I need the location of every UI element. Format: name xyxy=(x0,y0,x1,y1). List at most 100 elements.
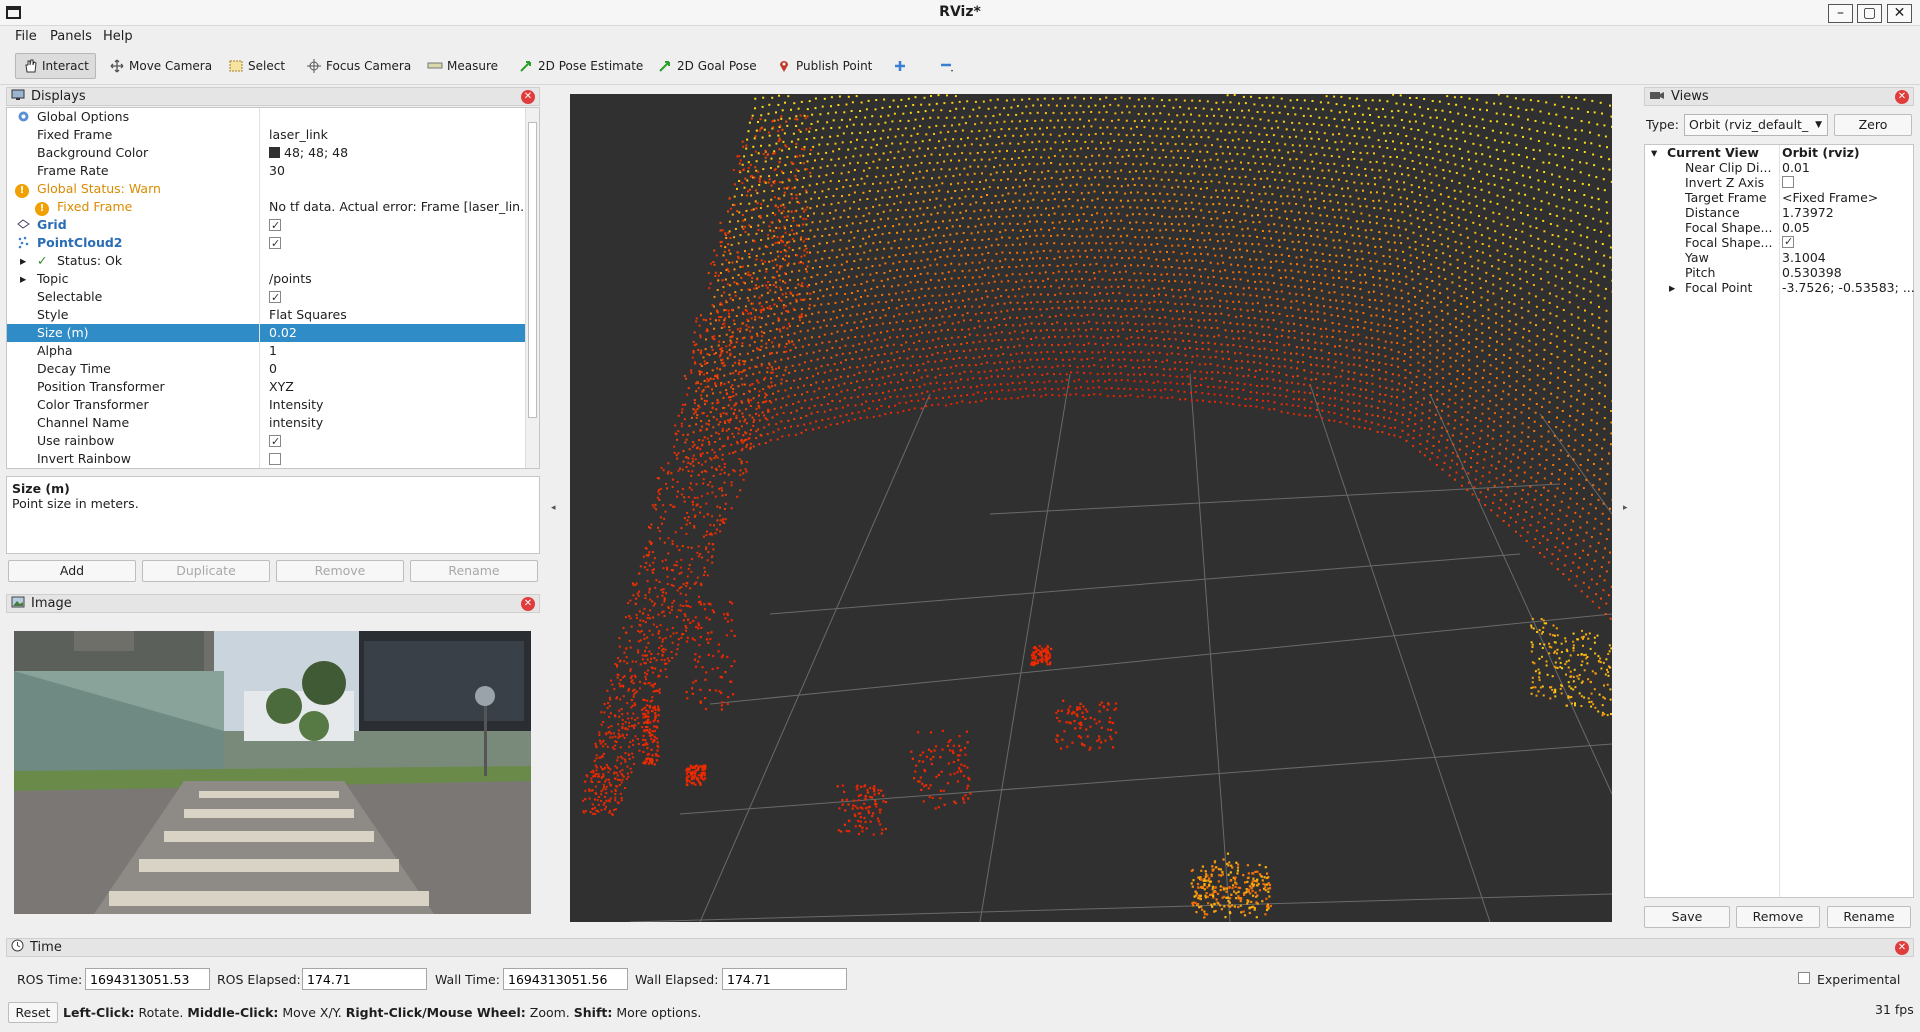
measure-tool[interactable]: Measure xyxy=(421,53,504,79)
focal-shape-checkbox[interactable] xyxy=(1782,234,1794,249)
remove-display-button[interactable]: Remove xyxy=(276,560,404,582)
minimize-button[interactable]: – xyxy=(1828,4,1853,23)
tree-row-alpha[interactable]: Alpha 1 xyxy=(7,342,525,360)
pointcloud-enabled-checkbox[interactable] xyxy=(269,235,281,252)
tree-row-topic[interactable]: ▸ Topic/points xyxy=(7,270,525,288)
experimental-label: Experimental xyxy=(1817,972,1901,987)
green-arrow-icon xyxy=(657,58,673,74)
invert-z-checkbox[interactable] xyxy=(1782,176,1794,188)
focus-camera-tool[interactable]: Focus Camera xyxy=(300,53,417,79)
ruler-icon xyxy=(427,58,443,74)
interact-tool[interactable]: Interact xyxy=(15,53,96,79)
displays-tree[interactable]: Global Options Fixed Frame laser_link Bac… xyxy=(6,107,540,469)
experimental-checkbox[interactable] xyxy=(1798,972,1810,984)
wall-time-field[interactable] xyxy=(503,968,628,990)
close-displays-icon[interactable]: ✕ xyxy=(521,90,535,104)
tree-row-size[interactable]: Size (m) 0.02 xyxy=(7,324,525,342)
displays-panel: Displays ✕ Global Options Fixed Frame las… xyxy=(6,87,540,469)
use-rainbow-checkbox[interactable] xyxy=(269,433,281,450)
tree-row-status-ok[interactable]: ▸ ✓ Status: Ok xyxy=(7,252,525,270)
move-camera-tool[interactable]: Move Camera xyxy=(103,53,218,79)
tree-row-global-options[interactable]: Global Options xyxy=(7,108,525,126)
view-row-focal-shape-size[interactable]: Focal Shape... 0.05 xyxy=(1645,220,1913,235)
close-image-icon[interactable]: ✕ xyxy=(521,597,535,611)
tree-row-position-transformer[interactable]: Position Transformer XYZ xyxy=(7,378,525,396)
invert-rainbow-checkbox[interactable] xyxy=(269,453,281,465)
tree-row-frame-rate[interactable]: Frame Rate 30 xyxy=(7,162,525,180)
pointcloud-icon xyxy=(17,234,30,252)
menu-file[interactable]: File xyxy=(15,29,37,44)
scrollbar-thumb[interactable] xyxy=(528,122,537,418)
remove-tool-button[interactable] xyxy=(933,53,961,79)
expand-arrow-icon[interactable]: ▸ xyxy=(1669,280,1675,295)
displays-scrollbar[interactable] xyxy=(525,108,539,468)
rename-display-button[interactable]: Rename xyxy=(410,560,538,582)
view-type-select[interactable]: Orbit (rviz_default_ ▼ xyxy=(1684,114,1828,136)
close-views-icon[interactable]: ✕ xyxy=(1895,90,1909,104)
pose-estimate-tool[interactable]: 2D Pose Estimate xyxy=(512,53,649,79)
rename-view-button[interactable]: Rename xyxy=(1827,906,1911,928)
status-hint: Left-Click: Rotate. Middle-Click: Move X… xyxy=(63,1005,702,1020)
3d-viewport[interactable] xyxy=(570,94,1612,922)
expand-arrow-icon[interactable]: ▾ xyxy=(1651,145,1657,160)
expand-arrow-icon[interactable]: ▸ xyxy=(20,252,26,270)
collapse-left-icon[interactable]: ◂ xyxy=(551,503,556,513)
views-panel: Views ✕ Type: Orbit (rviz_default_ ▼ Zer… xyxy=(1644,87,1915,928)
close-time-icon[interactable]: ✕ xyxy=(1895,941,1909,955)
tree-row-use-rainbow[interactable]: Use rainbow xyxy=(7,432,525,450)
view-row-distance[interactable]: Distance 1.73972 xyxy=(1645,205,1913,220)
window-title: RViz* xyxy=(939,4,981,20)
views-tree[interactable]: ▾ Current View Orbit (rviz) Near Clip Di..… xyxy=(1644,144,1915,898)
tree-row-decay-time[interactable]: Decay Time 0 xyxy=(7,360,525,378)
publish-point-tool[interactable]: Publish Point xyxy=(770,53,878,79)
tree-row-channel-name[interactable]: Channel Name intensity xyxy=(7,414,525,432)
tree-row-grid[interactable]: Grid xyxy=(7,216,525,234)
move-arrows-icon xyxy=(109,58,125,74)
remove-view-button[interactable]: Remove xyxy=(1736,906,1820,928)
add-tool-button[interactable] xyxy=(886,53,914,79)
image-icon xyxy=(11,596,25,612)
maximize-button[interactable]: ▢ xyxy=(1857,4,1882,23)
zero-view-button[interactable]: Zero xyxy=(1834,114,1912,136)
menu-help[interactable]: Help xyxy=(103,29,133,44)
tree-row-pointcloud2[interactable]: PointCloud2 xyxy=(7,234,525,252)
time-panel: Time ✕ xyxy=(6,938,1914,998)
selectable-checkbox[interactable] xyxy=(269,289,281,306)
ros-time-field[interactable] xyxy=(85,968,210,990)
reset-button[interactable]: Reset xyxy=(8,1002,58,1023)
tree-row-background-color[interactable]: Background Color 48; 48; 48 xyxy=(7,144,525,162)
view-row-invert-z[interactable]: Invert Z Axis xyxy=(1645,175,1913,190)
duplicate-display-button[interactable]: Duplicate xyxy=(142,560,270,582)
wall-elapsed-field[interactable] xyxy=(722,968,847,990)
tree-row-color-transformer[interactable]: Color Transformer Intensity xyxy=(7,396,525,414)
tree-row-selectable[interactable]: Selectable xyxy=(7,288,525,306)
add-display-button[interactable]: Add xyxy=(8,560,136,582)
tree-row-fixed-frame[interactable]: Fixed Frame laser_link xyxy=(7,126,525,144)
grid-lines xyxy=(629,373,1612,922)
camera-icon xyxy=(1649,89,1665,105)
tree-row-invert-rainbow[interactable]: Invert Rainbow xyxy=(7,450,525,468)
expand-arrow-icon[interactable]: ▸ xyxy=(20,270,26,288)
grid-enabled-checkbox[interactable] xyxy=(269,217,281,234)
view-row-yaw[interactable]: Yaw 3.1004 xyxy=(1645,250,1913,265)
collapse-right-icon[interactable]: ▸ xyxy=(1623,503,1628,513)
map-pin-icon xyxy=(776,58,792,74)
tree-row-global-status[interactable]: ! Global Status: Warn xyxy=(7,180,525,198)
view-row-pitch[interactable]: Pitch 0.530398 xyxy=(1645,265,1913,280)
view-row-current[interactable]: ▾ Current View Orbit (rviz) xyxy=(1645,145,1913,160)
grid-icon xyxy=(17,216,30,234)
close-button[interactable]: ✕ xyxy=(1887,4,1912,23)
tree-row-fixed-frame-status[interactable]: ! Fixed Frame No tf data. Actual error: Fr… xyxy=(7,198,525,216)
tree-row-style[interactable]: Style Flat Squares xyxy=(7,306,525,324)
views-header: Views ✕ xyxy=(1644,87,1914,106)
menu-bar: File Panels Help xyxy=(0,26,1920,48)
goal-pose-tool[interactable]: 2D Goal Pose xyxy=(651,53,763,79)
view-row-near-clip[interactable]: Near Clip Di... 0.01 xyxy=(1645,160,1913,175)
menu-panels[interactable]: Panels xyxy=(50,29,92,44)
save-view-button[interactable]: Save xyxy=(1644,906,1730,928)
ros-elapsed-field[interactable] xyxy=(302,968,427,990)
select-tool[interactable]: Select xyxy=(222,53,291,79)
view-row-focal-point[interactable]: ▸ Focal Point -3.7526; -0.53583; ... xyxy=(1645,280,1915,295)
view-row-focal-shape-fixed[interactable]: Focal Shape... xyxy=(1645,234,1913,250)
view-row-target-frame[interactable]: Target Frame <Fixed Frame> xyxy=(1645,190,1913,205)
